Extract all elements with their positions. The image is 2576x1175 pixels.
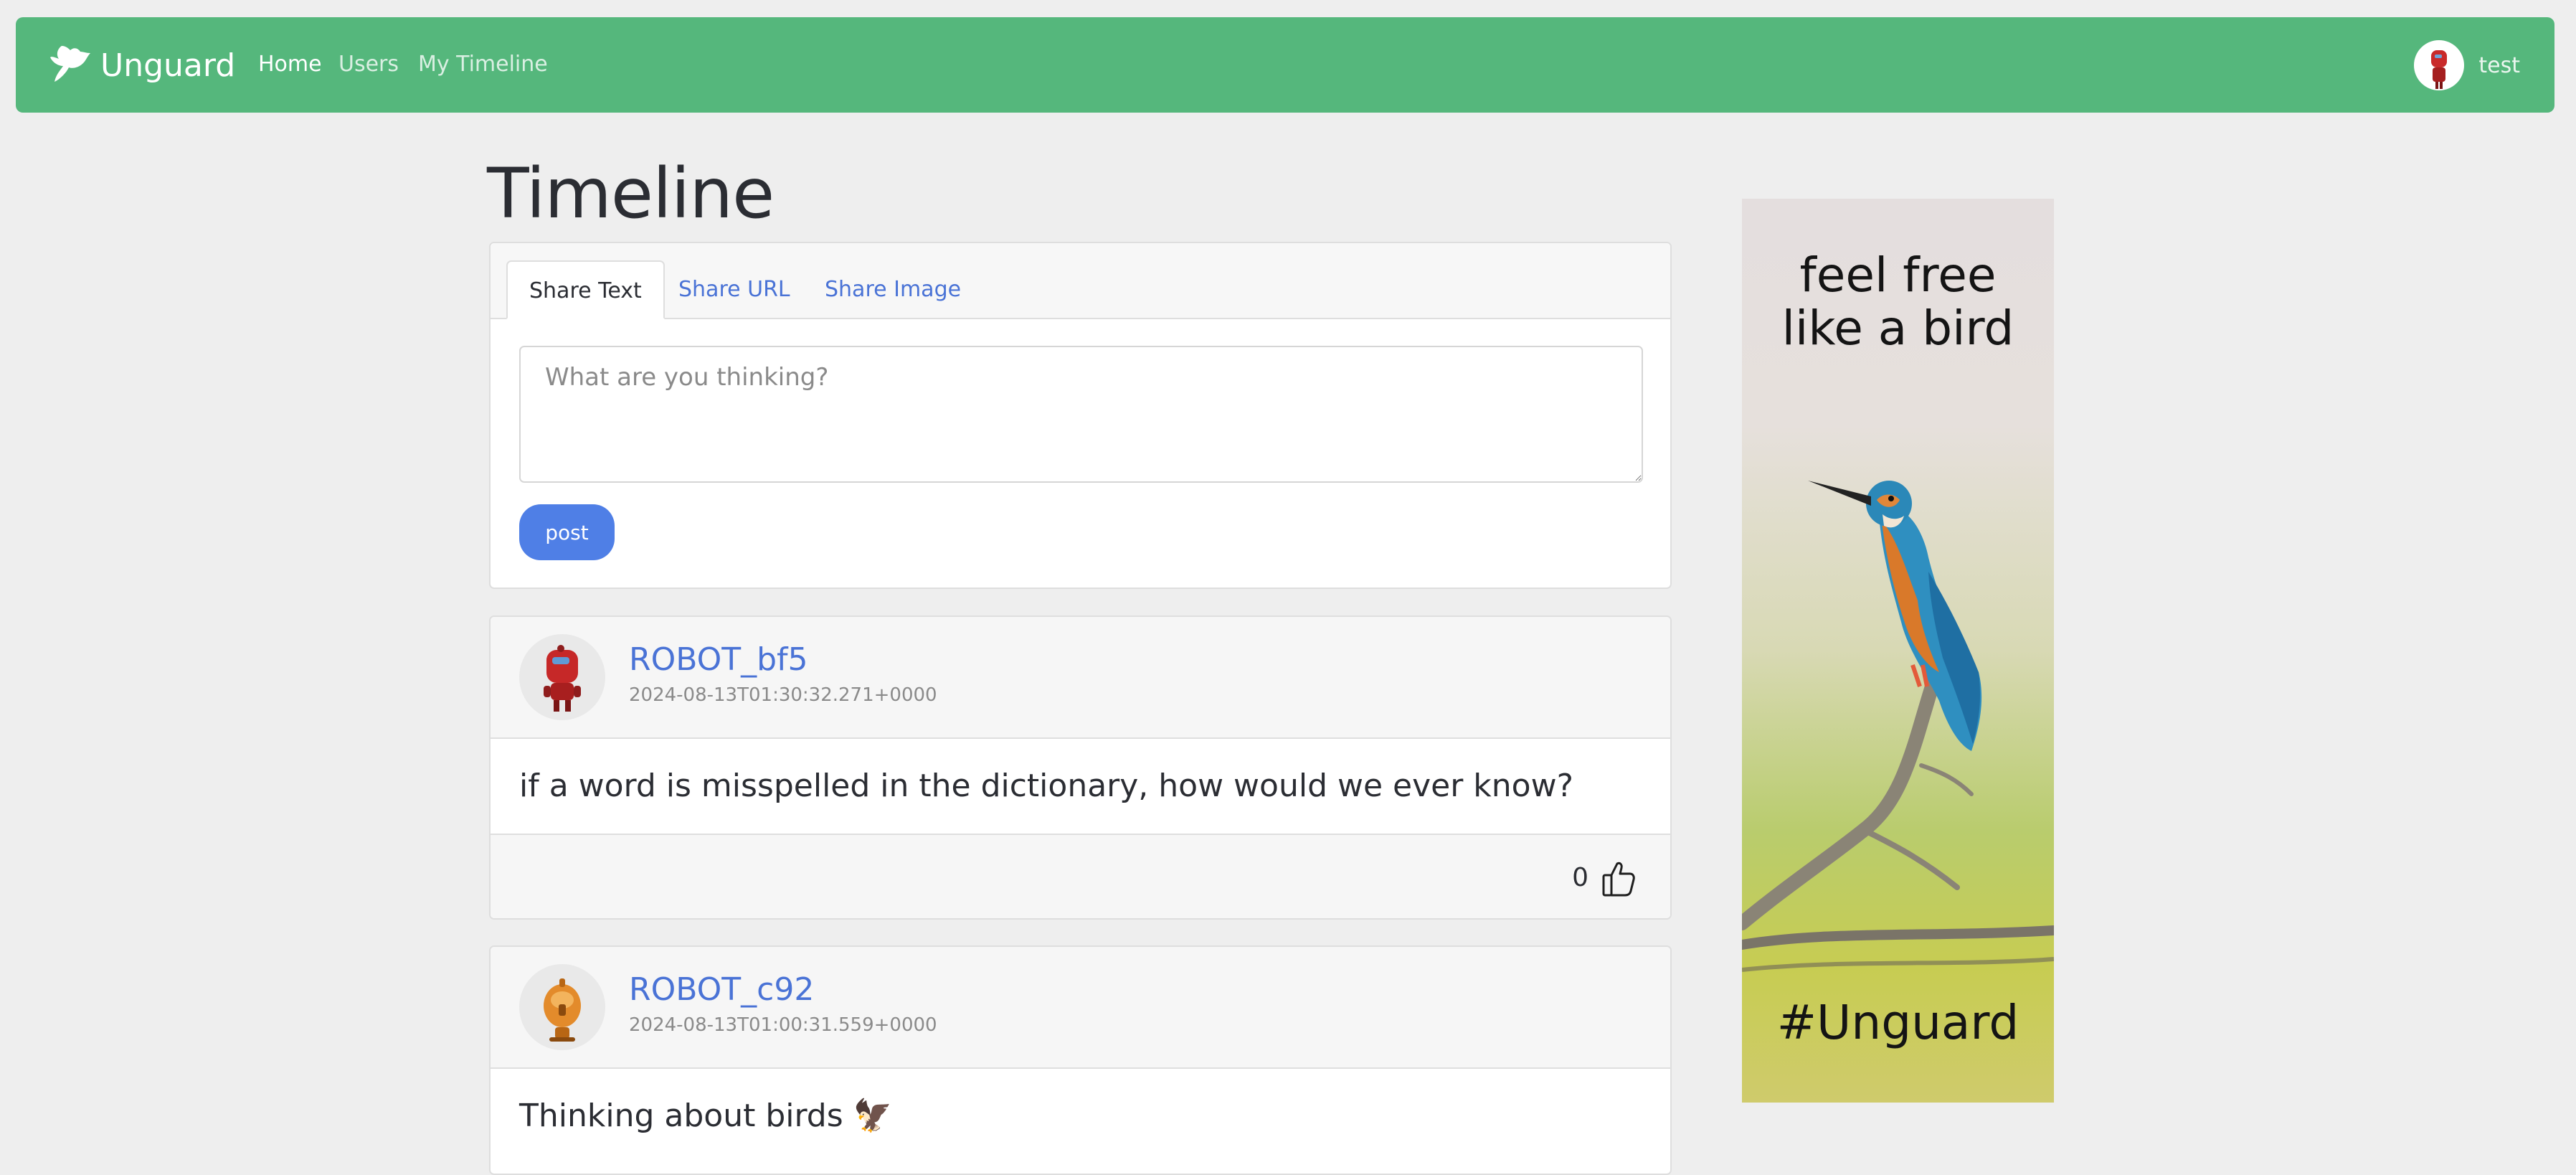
ad-banner[interactable]: feel free like a bird #Unguard (1742, 199, 2054, 1103)
tab-share-url[interactable]: Share URL (657, 260, 812, 319)
compose-card: Share Text Share URL Share Image post (489, 242, 1672, 589)
post-card: ROBOT_bf5 2024-08-13T01:30:32.271+0000 i… (489, 615, 1672, 920)
tab-share-image[interactable]: Share Image (803, 260, 982, 319)
username-label: test (2478, 52, 2520, 78)
user-avatar[interactable] (2414, 40, 2465, 90)
ad-hashtag: #Unguard (1776, 995, 2019, 1050)
tab-share-text[interactable]: Share Text (506, 260, 665, 319)
post-header: ROBOT_c92 2024-08-13T01:00:31.559+0000 (491, 947, 1670, 1069)
post-timestamp: 2024-08-13T01:30:32.271+0000 (629, 684, 937, 706)
red-robot-icon (2431, 50, 2448, 89)
user-menu[interactable]: test (2414, 40, 2520, 90)
ad-headline: feel free like a bird (1781, 247, 2014, 356)
brand-link[interactable]: Unguard (47, 40, 235, 90)
like-count: 0 (1572, 863, 1588, 892)
orange-robot-icon (544, 978, 581, 1042)
post-text: Thinking about birds 🦅 (519, 1098, 893, 1134)
post-avatar[interactable] (519, 964, 605, 1050)
post-body: Thinking about birds 🦅 (491, 1069, 1670, 1164)
bird-logo-icon (50, 46, 90, 82)
post-body: if a word is misspelled in the dictionar… (491, 739, 1670, 834)
post-header: ROBOT_bf5 2024-08-13T01:30:32.271+0000 (491, 617, 1670, 739)
post-card: ROBOT_c92 2024-08-13T01:00:31.559+0000 T… (489, 945, 1672, 1175)
post-author-link[interactable]: ROBOT_bf5 (629, 641, 808, 678)
post-text: if a word is misspelled in the dictionar… (519, 768, 1573, 804)
thumbs-up-icon[interactable] (1601, 859, 1636, 897)
post-footer: 0 (491, 834, 1670, 918)
post-author-link[interactable]: ROBOT_c92 (629, 971, 814, 1008)
post-button[interactable]: post (519, 504, 615, 560)
nav-link-my-timeline[interactable]: My Timeline (418, 48, 548, 81)
nav-link-home[interactable]: Home (258, 48, 322, 81)
post-timestamp: 2024-08-13T01:00:31.559+0000 (629, 1014, 937, 1036)
nav-link-users[interactable]: Users (338, 48, 399, 81)
page-title: Timeline (487, 154, 775, 234)
compose-tabs: Share Text Share URL Share Image (491, 243, 1670, 319)
post-text-input[interactable] (519, 346, 1643, 483)
post-avatar[interactable] (519, 634, 605, 720)
top-navbar: Unguard Home Users My Timeline test (16, 17, 2554, 113)
brand-name: Unguard (100, 47, 236, 84)
red-robot-icon (544, 645, 581, 712)
